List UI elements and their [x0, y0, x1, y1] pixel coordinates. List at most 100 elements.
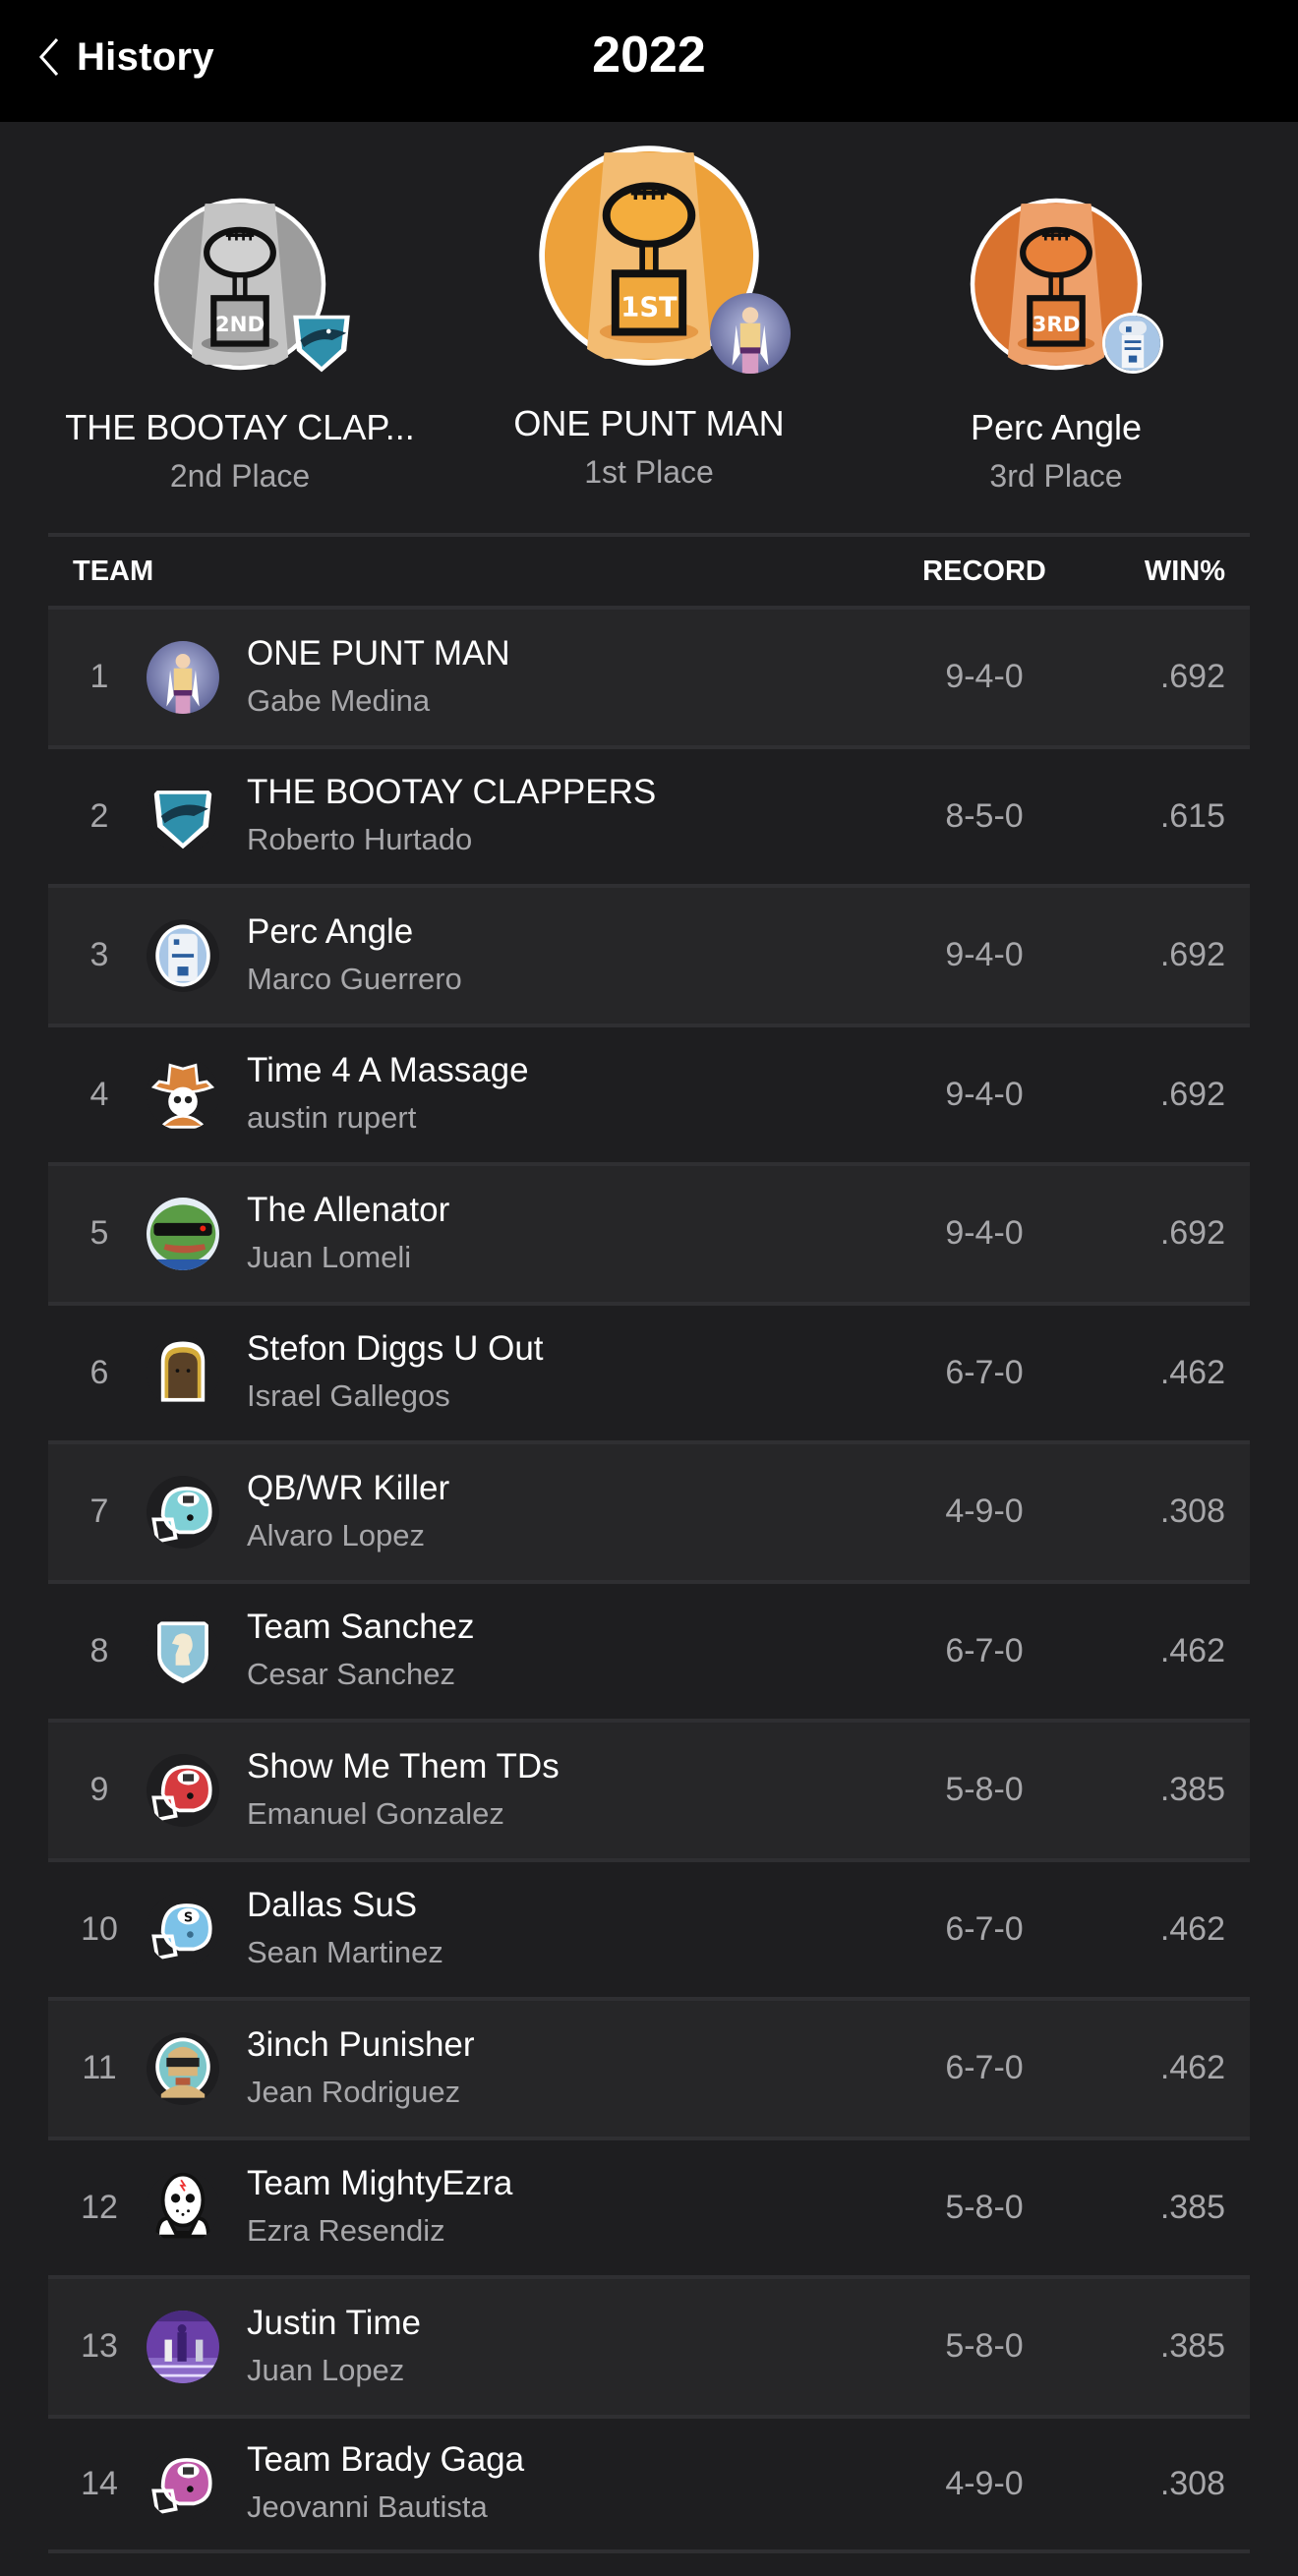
record: 9-4-0	[945, 1075, 1024, 1113]
owner-name: Gabe Medina	[247, 682, 431, 718]
podium-place-label: 1st Place	[584, 454, 714, 490]
podium: 2ND THE BOOTAY CLAP... 2nd Place 1ST ONE…	[0, 122, 1298, 535]
podium-first-place[interactable]: 1ST ONE PUNT MAN 1st Place	[442, 144, 856, 491]
win-pct: .462	[1159, 2049, 1225, 2087]
table-row[interactable]: 9 Show Me Them TDs Emanuel Gonzalez 5-8-…	[48, 1719, 1250, 1858]
team-name: Team Sanchez	[247, 1608, 475, 1647]
column-header-team: TEAM	[73, 555, 154, 587]
table-row[interactable]: 1 ONE PUNT MAN Gabe Medina 9-4-0 .692	[48, 606, 1250, 745]
table-row[interactable]: 11 3inch Punisher Jean Rodriguez 6-7-0 .…	[48, 1997, 1250, 2137]
podium-place-label: 3rd Place	[989, 458, 1123, 494]
rank: 6	[89, 1353, 109, 1391]
table-row[interactable]: 7 QB/WR Killer Alvaro Lopez 4-9-0 .308	[48, 1440, 1250, 1580]
helmet-teal-icon	[147, 1475, 219, 1549]
team-name: Show Me Them TDs	[247, 1746, 560, 1786]
owner-name: Juan Lomeli	[247, 1239, 412, 1274]
record: 8-5-0	[945, 796, 1024, 835]
win-pct: .385	[1159, 1771, 1225, 1809]
table-body: 1 ONE PUNT MAN Gabe Medina 9-4-0 .692 2 …	[48, 606, 1250, 2553]
column-header-record: RECORD	[922, 555, 1046, 587]
owner-name: austin rupert	[247, 1100, 417, 1136]
rank: 7	[89, 1493, 109, 1531]
win-pct: .692	[1159, 1214, 1225, 1253]
owner-name: Jeovanni Bautista	[247, 2489, 488, 2525]
column-header-win-pct: WIN%	[1144, 555, 1225, 587]
win-pct: .692	[1159, 936, 1225, 974]
team-name: Time 4 A Massage	[247, 1051, 529, 1090]
table-row[interactable]: 12 Team MightyEzra Ezra Resendiz 5-8-0 .…	[48, 2136, 1250, 2275]
team-name: THE BOOTAY CLAPPERS	[247, 773, 657, 812]
podium-second-place[interactable]: 2ND THE BOOTAY CLAP... 2nd Place	[33, 197, 446, 495]
record: 6-7-0	[945, 2049, 1024, 2087]
record: 9-4-0	[945, 1214, 1024, 1253]
rank: 9	[89, 1771, 109, 1809]
table-row[interactable]: 8 Team Sanchez Cesar Sanchez 6-7-0 .462	[48, 1579, 1250, 1719]
top-bar: History 2022	[0, 0, 1298, 122]
page-title: 2022	[592, 27, 706, 84]
record: 5-8-0	[945, 1771, 1024, 1809]
owner-name: Jean Rodriguez	[247, 2074, 461, 2109]
helmet-blue-s-icon: S	[147, 1893, 219, 1966]
helmet-red-icon	[147, 1753, 219, 1827]
rank: 5	[89, 1214, 109, 1253]
record: 4-9-0	[945, 1493, 1024, 1531]
podium-team-name: ONE PUNT MAN	[513, 403, 785, 443]
hockey-mask-icon	[147, 2171, 219, 2245]
table-row[interactable]: 6 Stefon Diggs U Out Israel Gallegos 6-7…	[48, 1301, 1250, 1440]
table-header: TEAM RECORD WIN%	[48, 533, 1250, 606]
team-name: The Allenator	[247, 1190, 450, 1229]
table-row[interactable]: 10 S Dallas SuS Sean Martinez 6-7-0 .462	[48, 1857, 1250, 1997]
wookiee-avatar	[147, 1336, 219, 1410]
team-name: Justin Time	[247, 2303, 421, 2342]
owner-name: Roberto Hurtado	[247, 822, 473, 857]
win-pct: .692	[1159, 658, 1225, 696]
record: 6-7-0	[945, 1631, 1024, 1669]
shark-shield-icon	[286, 305, 357, 376]
rank: 10	[81, 1909, 118, 1948]
svg-text:S: S	[184, 1911, 193, 1926]
record: 6-7-0	[945, 1353, 1024, 1391]
team-name: Team Brady Gaga	[247, 2440, 525, 2480]
rank: 8	[89, 1631, 109, 1669]
team-name: QB/WR Killer	[247, 1468, 450, 1507]
team-name: Team MightyEzra	[247, 2164, 513, 2203]
podium-third-place[interactable]: 3RD Perc Angle 3rd Place	[850, 197, 1263, 495]
owner-name: Cesar Sanchez	[247, 1657, 455, 1692]
knight-shield-icon	[147, 1614, 219, 1688]
record: 5-8-0	[945, 2327, 1024, 2366]
anime-hero-avatar	[710, 293, 791, 374]
win-pct: .462	[1159, 1631, 1225, 1669]
record: 6-7-0	[945, 1909, 1024, 1948]
podium-team-name: Perc Angle	[970, 407, 1143, 447]
helmet-pink-icon	[147, 2447, 219, 2521]
win-pct: .462	[1159, 1353, 1225, 1391]
table-row[interactable]: 14 Team Brady Gaga Jeovanni Bautista 4-9…	[48, 2414, 1250, 2553]
win-pct: .692	[1159, 1075, 1225, 1113]
svg-text:2ND: 2ND	[215, 313, 265, 337]
owner-name: Ezra Resendiz	[247, 2213, 445, 2249]
anime-hero-avatar	[147, 640, 219, 714]
table-row[interactable]: 13 Justin Time Juan Lopez 5-8-0 .385	[48, 2275, 1250, 2415]
win-pct: .615	[1159, 796, 1225, 835]
win-pct: .462	[1159, 1909, 1225, 1948]
robot-droid-avatar	[147, 918, 219, 992]
rank: 13	[81, 2327, 118, 2366]
rank: 3	[89, 936, 109, 974]
record: 9-4-0	[945, 936, 1024, 974]
svg-text:1ST: 1ST	[620, 293, 678, 323]
team-name: 3inch Punisher	[247, 2024, 475, 2064]
standings-table: TEAM RECORD WIN% 1 ONE PUNT MAN Gabe Med…	[48, 533, 1250, 2553]
table-row[interactable]: 3 Perc Angle Marco Guerrero 9-4-0 .692	[48, 884, 1250, 1024]
win-pct: .308	[1159, 1493, 1225, 1531]
table-row[interactable]: 4 Time 4 A Massage austin rupert 9-4-0 .…	[48, 1023, 1250, 1162]
frog-sunglasses-avatar	[147, 1197, 219, 1270]
table-row[interactable]: 5 The Allenator Juan Lomeli 9-4-0 .692	[48, 1162, 1250, 1302]
table-row[interactable]: 2 THE BOOTAY CLAPPERS Roberto Hurtado 8-…	[48, 744, 1250, 884]
team-name: ONE PUNT MAN	[247, 633, 510, 673]
record: 5-8-0	[945, 2188, 1024, 2226]
rank: 11	[82, 2049, 117, 2087]
rank: 2	[89, 796, 109, 835]
rank: 1	[89, 658, 109, 696]
record: 9-4-0	[945, 658, 1024, 696]
owner-name: Sean Martinez	[247, 1935, 443, 1970]
